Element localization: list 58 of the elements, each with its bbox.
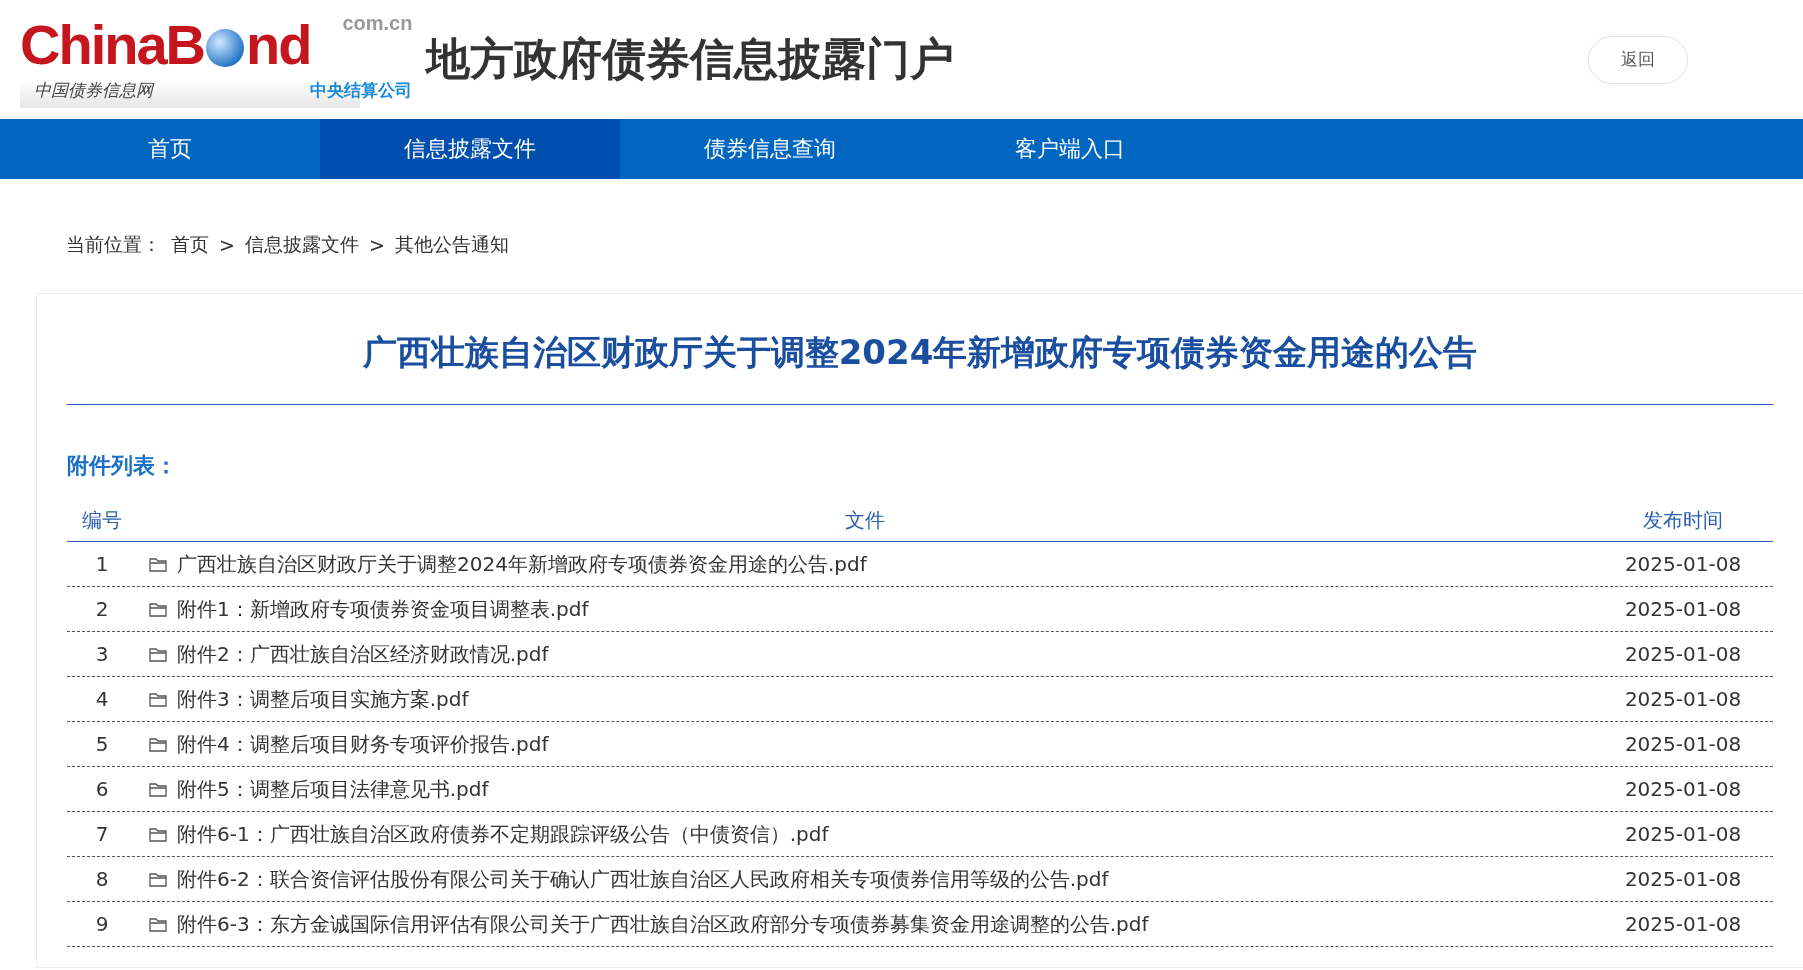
file-link[interactable]: 附件6-2：联合资信评估股份有限公司关于确认广西壮族自治区人民政府相关专项债券信用等级的公告.pdf	[177, 865, 1109, 893]
publish-date: 2025-01-08	[1623, 867, 1743, 891]
breadcrumb-separator: >	[368, 234, 385, 256]
folder-icon	[149, 781, 167, 797]
breadcrumb-separator: >	[219, 234, 235, 256]
column-header: 编号	[81, 506, 123, 534]
row-number: 8	[94, 867, 110, 891]
file-link[interactable]: 附件3：调整后项目实施方案.pdf	[177, 685, 469, 713]
attachments-heading: 附件列表：	[67, 452, 178, 480]
column-header: 发布时间	[1642, 506, 1724, 534]
publish-date: 2025-01-08	[1623, 777, 1743, 801]
nav-tab[interactable]: 债券信息查询	[620, 119, 920, 179]
publish-date: 2025-01-08	[1623, 822, 1743, 846]
folder-icon	[149, 736, 167, 752]
article-title: 广西壮族自治区财政厅关于调整2024年新增政府专项债券资金用途的公告	[67, 294, 1773, 405]
publish-date: 2025-01-08	[1623, 642, 1743, 666]
folder-icon	[149, 646, 167, 662]
nav-tab[interactable]: 客户端入口	[920, 119, 1220, 179]
folder-icon	[149, 916, 167, 932]
nav-tab[interactable]: 首页	[20, 119, 320, 179]
logo-domain: com.cn	[341, 11, 414, 35]
logo-company: 中央结算公司	[310, 79, 414, 102]
logo-tagline: 中国债券信息网	[33, 79, 156, 102]
globe-icon	[206, 29, 244, 67]
row-number: 3	[94, 642, 110, 666]
file-link[interactable]: 附件1：新增政府专项债券资金项目调整表.pdf	[177, 595, 589, 623]
publish-date: 2025-01-08	[1623, 552, 1743, 576]
folder-icon	[149, 601, 167, 617]
logo-wordmark: ChinaB nd	[20, 12, 311, 73]
file-link[interactable]: 附件6-3：东方金诚国际信用评估有限公司关于广西壮族自治区政府部分专项债券募集资金用途调整的公告.pdf	[177, 910, 1149, 938]
file-link[interactable]: 广西壮族自治区财政厅关于调整2024年新增政府专项债券资金用途的公告.pdf	[177, 550, 867, 578]
publish-date: 2025-01-08	[1623, 597, 1743, 621]
folder-icon	[149, 826, 167, 842]
row-number: 6	[94, 777, 110, 801]
row-number: 2	[94, 597, 110, 621]
folder-icon	[149, 871, 167, 887]
publish-date: 2025-01-08	[1623, 912, 1743, 936]
row-number: 9	[94, 912, 110, 936]
breadcrumb-link[interactable]: 首页	[171, 232, 209, 258]
nav-tab[interactable]: 信息披露文件	[320, 119, 620, 179]
file-link[interactable]: 附件6-1：广西壮族自治区政府债券不定期跟踪评级公告（中债资信）.pdf	[177, 820, 829, 848]
row-number: 7	[94, 822, 110, 846]
file-link[interactable]: 附件2：广西壮族自治区经济财政情况.pdf	[177, 640, 549, 668]
site-title: 地方政府债券信息披露门户	[426, 32, 955, 86]
breadcrumb-link[interactable]: 信息披露文件	[244, 232, 359, 258]
publish-date: 2025-01-08	[1623, 732, 1743, 756]
folder-icon	[149, 691, 167, 707]
column-header: 文件	[844, 506, 886, 534]
breadcrumb-label: 当前位置：	[66, 232, 161, 257]
file-link[interactable]: 附件5：调整后项目法律意见书.pdf	[177, 775, 489, 803]
breadcrumb-link[interactable]: 其他公告通知	[394, 232, 509, 258]
row-number: 5	[94, 732, 110, 756]
file-link[interactable]: 附件4：调整后项目财务专项评价报告.pdf	[177, 730, 549, 758]
folder-icon	[149, 556, 167, 572]
publish-date: 2025-01-08	[1623, 687, 1743, 711]
row-number: 1	[94, 552, 110, 576]
back-button[interactable]: 返回	[1588, 35, 1688, 84]
row-number: 4	[94, 687, 110, 711]
